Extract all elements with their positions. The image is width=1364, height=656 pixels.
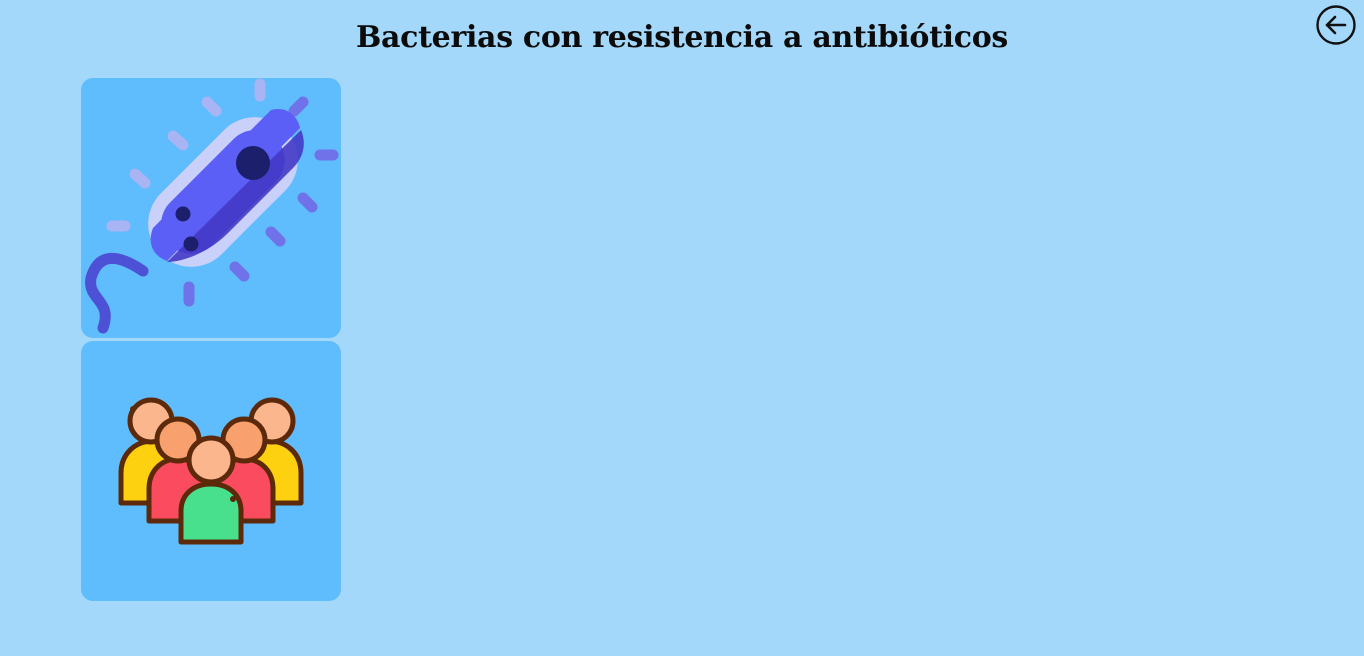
page-title: Bacterias con resistencia a antibióticos [355, 20, 1009, 55]
people-group-card[interactable] [81, 341, 341, 601]
arrow-left-circle-icon [1316, 5, 1356, 45]
bacteria-icon [85, 78, 339, 334]
bacteria-card[interactable] [81, 78, 341, 338]
back-button[interactable] [1314, 3, 1358, 47]
people-group-icon [118, 397, 304, 545]
